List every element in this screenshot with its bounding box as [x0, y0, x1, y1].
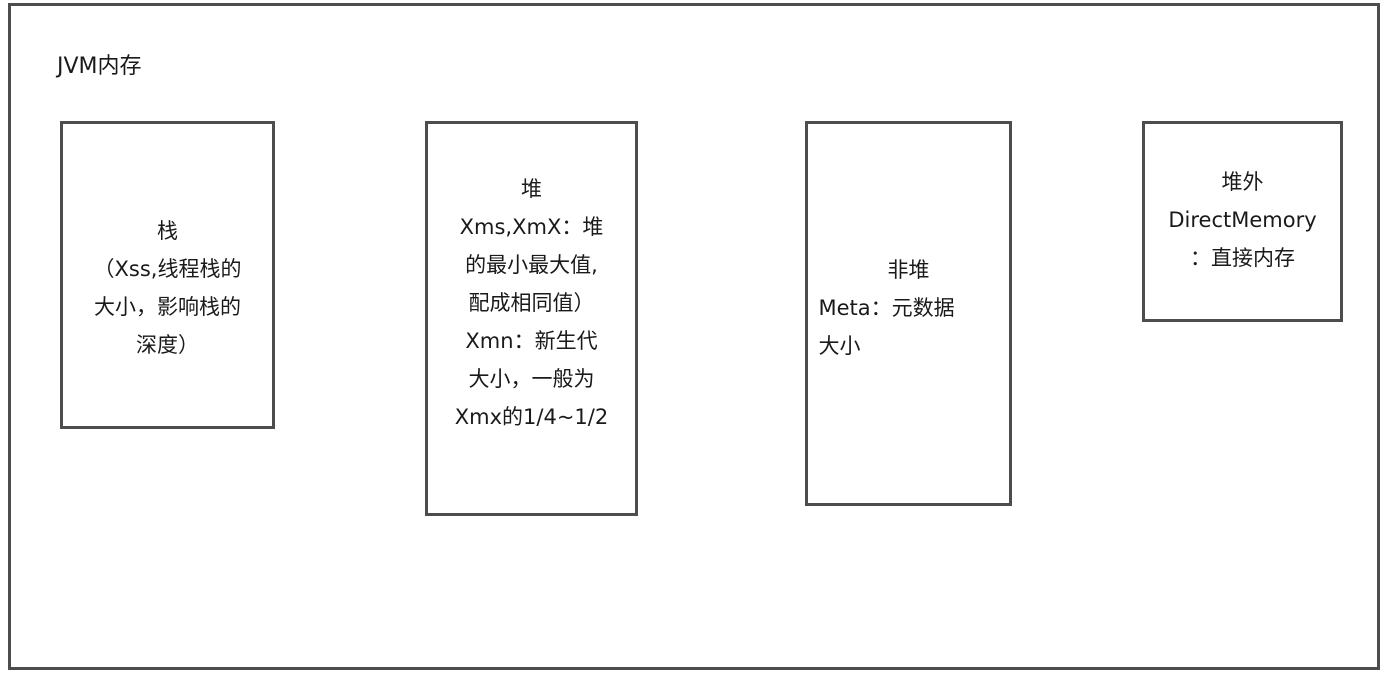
stack-box-line: （Xss,线程栈的: [93, 257, 242, 281]
off-heap-box: 堆外 DirectMemory ：直接内存: [1142, 121, 1343, 322]
heap-box-line: 配成相同值）: [468, 290, 595, 315]
non-heap-box-text: 非堆 Meta：元数据 大小: [819, 251, 999, 365]
off-heap-box-text: 堆外 DirectMemory ：直接内存: [1168, 163, 1316, 277]
non-heap-box: 非堆 Meta：元数据 大小: [805, 121, 1012, 506]
heap-box-line: 的最小最大值,: [465, 252, 598, 277]
non-heap-box-line: 大小: [818, 333, 861, 358]
off-heap-box-line: ：直接内存: [1189, 245, 1295, 270]
heap-box: 堆 Xms,XmX：堆 的最小最大值, 配成相同值） Xmn：新生代 大小，一般…: [425, 121, 638, 516]
diagram-title: JVM内存: [57, 54, 142, 79]
stack-box-line: 栈: [156, 219, 178, 243]
stack-box-line: 深度）: [135, 333, 199, 357]
heap-box-line: Xmx的1/4~1/2: [454, 404, 609, 429]
heap-box-line: Xmn：新生代: [465, 328, 598, 353]
stack-box: 栈 （Xss,线程栈的 大小，影响栈的 深度）: [60, 121, 275, 429]
stack-box-text: 栈 （Xss,线程栈的 大小，影响栈的 深度）: [94, 212, 242, 364]
heap-box-line: 堆: [521, 176, 542, 201]
off-heap-box-line: DirectMemory: [1168, 207, 1317, 232]
heap-box-line: Xms,XmX：堆: [459, 214, 604, 239]
stack-box-line: 大小，影响栈的: [93, 295, 241, 319]
non-heap-box-line: 非堆: [887, 257, 930, 282]
non-heap-box-line: Meta：元数据: [818, 295, 955, 320]
heap-box-text: 堆 Xms,XmX：堆 的最小最大值, 配成相同值） Xmn：新生代 大小，一般…: [455, 170, 608, 436]
heap-box-line: 大小，一般为: [468, 366, 595, 391]
off-heap-box-line: 堆外: [1221, 169, 1264, 194]
